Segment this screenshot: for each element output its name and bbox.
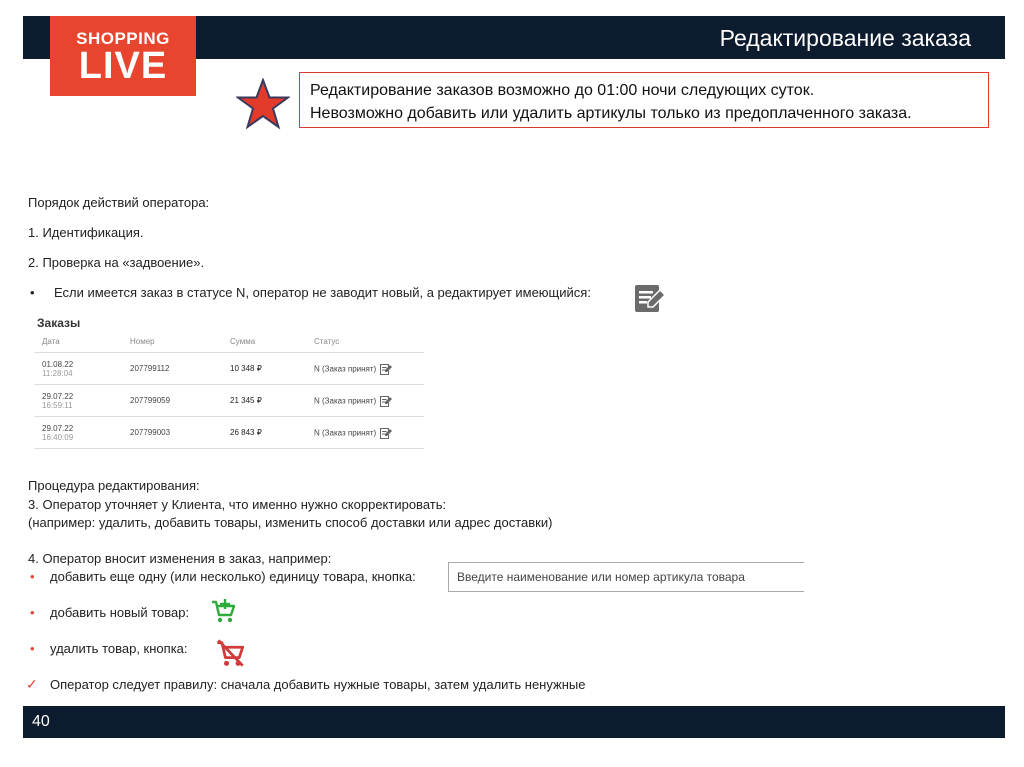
order-status: N (Заказ принят) — [314, 364, 377, 373]
order-status: N (Заказ принят) — [314, 396, 377, 405]
order-status: N (Заказ принят) — [314, 428, 377, 437]
col-sum: Сумма — [222, 330, 306, 353]
order-time: 16:59:11 — [42, 400, 73, 410]
order-date: 29.07.22 — [42, 391, 74, 401]
step-3-note: (например: удалить, добавить товары, изм… — [28, 515, 553, 530]
order-sum: 21 345 ₽ — [222, 384, 306, 417]
order-number: 207799003 — [122, 416, 222, 449]
step-2-note: Если имеется заказ в статусе N, оператор… — [54, 285, 591, 300]
order-time: 11:28:04 — [42, 368, 73, 378]
steps-intro: Порядок действий оператора: — [28, 195, 210, 210]
orders-title: Заказы — [37, 316, 81, 330]
edit-order-icon[interactable] — [634, 282, 666, 314]
check-icon: ✓ — [26, 676, 38, 692]
edit-icon[interactable] — [380, 427, 393, 439]
bullet-remove: удалить товар, кнопка: — [50, 641, 188, 656]
page-title: Редактирование заказа — [719, 25, 971, 51]
page-number: 40 — [32, 713, 50, 730]
bullet-3: • — [30, 641, 35, 656]
step-2: 2. Проверка на «задвоение». — [28, 255, 205, 270]
order-number: 207799059 — [122, 384, 222, 417]
logo-text-bottom: LIVE — [78, 45, 168, 87]
star-icon — [236, 78, 290, 130]
rule-text: Оператор следует правилу: сначала добави… — [50, 677, 586, 692]
remove-from-cart-icon[interactable] — [215, 638, 245, 668]
procedure-title: Процедура редактирования: — [28, 478, 200, 493]
order-sum: 10 348 ₽ — [222, 352, 306, 385]
edit-icon[interactable] — [380, 395, 393, 407]
order-number: 207799112 — [122, 352, 222, 385]
order-date: 29.07.22 — [42, 423, 74, 433]
add-to-cart-icon[interactable] — [210, 598, 236, 624]
bullet-2: • — [30, 605, 35, 620]
step-2-bullet: • — [30, 285, 35, 300]
order-sum: 26 843 ₽ — [222, 416, 306, 449]
edit-icon[interactable] — [380, 363, 393, 375]
table-row[interactable]: 29.07.22 16:40:09 207799003 26 843 ₽ N (З… — [34, 416, 424, 449]
step-3: 3. Оператор уточняет у Клиента, что имен… — [28, 497, 447, 512]
notice-box: Редактирование заказов возможно до 01:00… — [299, 72, 989, 128]
bullet-1: • — [30, 569, 35, 584]
order-date: 01.08.22 — [42, 359, 74, 369]
orders-header-row: Дата Номер Сумма Статус — [34, 330, 424, 353]
bullet-add-new: добавить новый товар: — [50, 605, 190, 620]
step-1: 1. Идентификация. — [28, 225, 144, 240]
footer-bar: 40 — [23, 706, 1005, 738]
step-4: 4. Оператор вносит изменения в заказ, на… — [28, 551, 332, 566]
article-search-input[interactable]: Введите наименование или номер артикула … — [448, 562, 804, 592]
shopping-live-logo: SHOPPING LIVE — [50, 16, 196, 96]
notice-line-2: Невозможно добавить или удалить артикулы… — [310, 105, 912, 122]
order-time: 16:40:09 — [42, 432, 74, 442]
table-row[interactable]: 01.08.22 11:28:04 207799112 10 348 ₽ N (З… — [34, 352, 424, 385]
col-date: Дата — [34, 330, 122, 353]
table-row[interactable]: 29.07.22 16:59:11 207799059 21 345 ₽ N (З… — [34, 384, 424, 417]
notice-line-1: Редактирование заказов возможно до 01:00… — [310, 82, 815, 99]
col-number: Номер — [122, 330, 222, 353]
orders-table: Дата Номер Сумма Статус 01.08.22 11:28:04… — [34, 330, 424, 449]
bullet-add-unit: добавить еще одну (или несколько) единиц… — [50, 569, 416, 584]
col-status: Статус — [306, 330, 424, 353]
